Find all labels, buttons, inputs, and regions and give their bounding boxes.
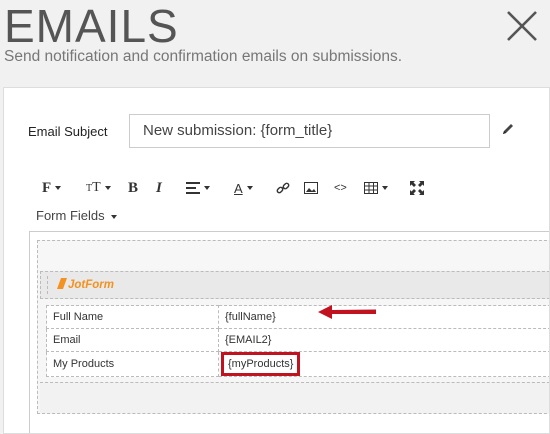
- font-size-button[interactable]: TT: [86, 178, 111, 198]
- close-icon: [507, 11, 537, 41]
- field-label: My Products: [46, 351, 219, 377]
- text-color-button[interactable]: A: [234, 178, 253, 198]
- align-button[interactable]: [186, 178, 210, 198]
- table-row: Full Name {fullName}: [46, 305, 549, 329]
- email-settings-panel: Email Subject New submission: {form_titl…: [3, 87, 550, 434]
- page-title: EMAILS: [4, 0, 179, 52]
- bold-button[interactable]: B: [128, 178, 138, 198]
- page-subtitle: Send notification and confirmation email…: [4, 48, 403, 65]
- table-button[interactable]: [364, 178, 388, 198]
- chevron-down-icon: [110, 214, 117, 219]
- field-value-cell: {myProducts}: [218, 351, 549, 377]
- highlighted-field-value: {myProducts}: [221, 352, 301, 376]
- image-button[interactable]: [304, 178, 318, 198]
- fields-table: Full Name {fullName} Email {EMAIL2} My P…: [46, 305, 549, 377]
- link-button[interactable]: [276, 178, 290, 198]
- link-icon: [276, 182, 290, 194]
- code-button[interactable]: <>: [334, 178, 347, 198]
- close-button[interactable]: [504, 8, 540, 44]
- bold-icon: B: [128, 179, 139, 196]
- field-value: {fullName}: [218, 305, 549, 329]
- form-fields-label: Form Fields: [36, 208, 105, 223]
- jotform-logo: JotForm: [56, 278, 114, 291]
- table-icon: [364, 182, 378, 194]
- text-color-icon: A: [234, 180, 243, 196]
- font-icon: F: [42, 179, 52, 196]
- field-label: Email: [46, 328, 219, 352]
- fullscreen-button[interactable]: [410, 178, 424, 198]
- fullscreen-icon: [410, 181, 424, 195]
- emails-page: EMAILS Send notification and confirmatio…: [0, 0, 550, 434]
- pencil-icon[interactable]: [501, 122, 515, 136]
- field-label: Full Name: [46, 305, 219, 329]
- table-row: Email {EMAIL2}: [46, 328, 549, 352]
- code-icon: <>: [334, 182, 347, 194]
- email-template-wrapper: JotForm Full Name {fullName} Email {EMAI…: [37, 240, 549, 414]
- font-family-button[interactable]: F: [42, 178, 62, 198]
- form-fields-dropdown[interactable]: Form Fields: [36, 208, 117, 223]
- italic-button[interactable]: I: [156, 178, 162, 198]
- jotform-logo-icon: [56, 278, 68, 289]
- email-body-editor[interactable]: JotForm Full Name {fullName} Email {EMAI…: [29, 231, 549, 433]
- align-icon: [186, 182, 200, 194]
- image-icon: [304, 182, 318, 194]
- table-row: My Products {myProducts}: [46, 351, 549, 377]
- email-subject-label: Email Subject: [28, 124, 108, 139]
- red-arrow-annotation: [318, 305, 376, 319]
- italic-icon: I: [156, 179, 162, 196]
- editor-toolbar: F TT B I A <>: [42, 178, 442, 198]
- email-subject-input[interactable]: New submission: {form_title}: [129, 114, 490, 148]
- template-header: JotForm: [40, 271, 549, 299]
- field-value: {EMAIL2}: [218, 328, 549, 352]
